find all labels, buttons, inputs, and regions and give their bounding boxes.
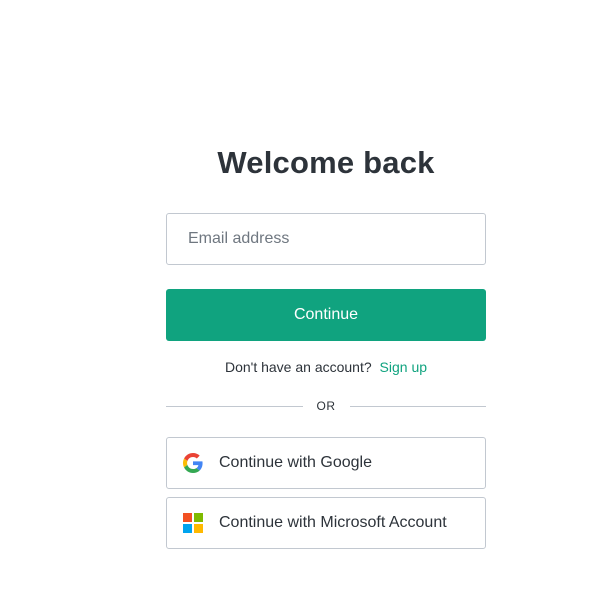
divider-line-left — [166, 405, 303, 407]
microsoft-button-label: Continue with Microsoft Account — [219, 514, 447, 531]
or-divider: OR — [166, 398, 486, 414]
microsoft-icon — [183, 513, 203, 533]
google-button-label: Continue with Google — [219, 454, 372, 471]
email-field[interactable] — [166, 213, 486, 265]
signup-link[interactable]: Sign up — [380, 359, 427, 375]
signup-row: Don't have an account? Sign up — [166, 358, 486, 376]
google-icon — [183, 453, 203, 473]
page-title: Welcome back — [217, 145, 435, 180]
divider-line-right — [349, 405, 486, 407]
microsoft-icon-green — [194, 513, 203, 522]
continue-button[interactable]: Continue — [166, 289, 486, 341]
signup-prompt: Don't have an account? — [224, 359, 372, 375]
login-card: Welcome back Continue Don't have an acco… — [166, 140, 486, 549]
continue-with-microsoft-button[interactable]: Continue with Microsoft Account — [166, 497, 486, 549]
microsoft-icon-yellow — [194, 524, 203, 533]
continue-with-google-button[interactable]: Continue with Google — [166, 437, 486, 489]
microsoft-icon-red — [183, 513, 192, 522]
microsoft-icon-blue — [183, 524, 192, 533]
divider-label: OR — [316, 399, 336, 413]
